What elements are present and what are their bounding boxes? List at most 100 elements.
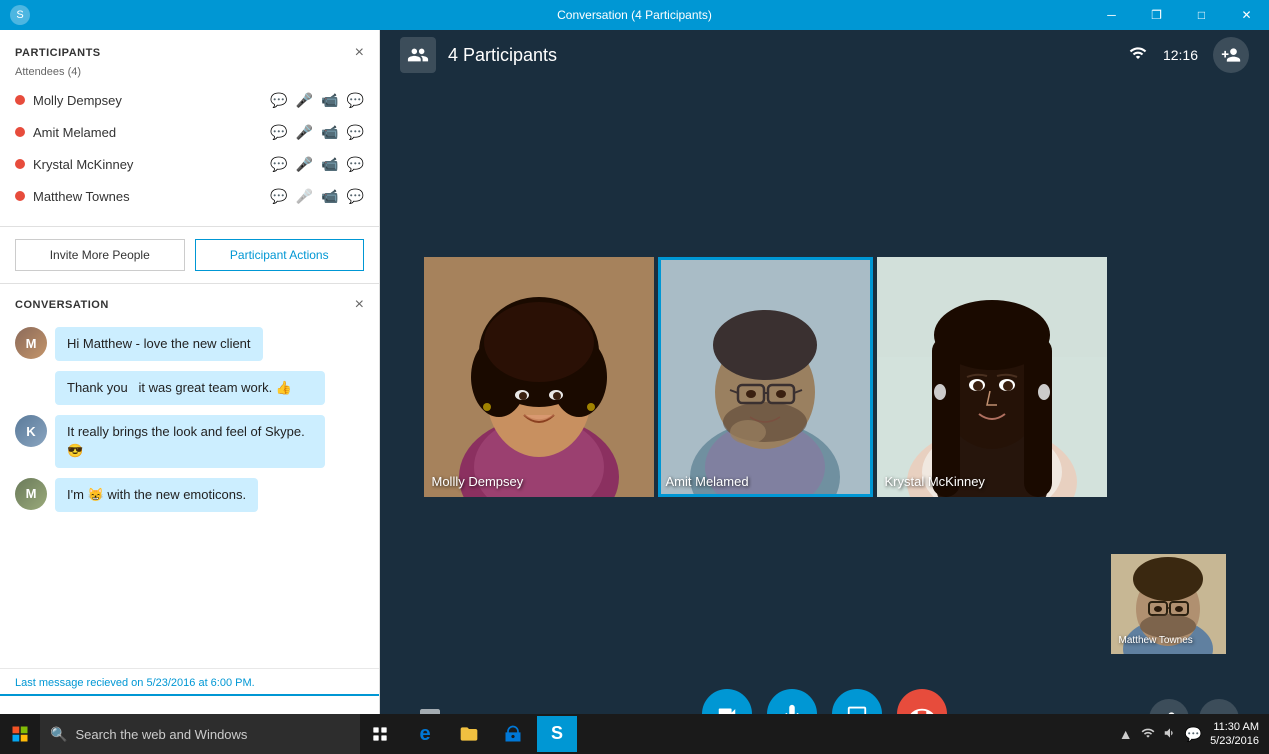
- taskbar-app-store[interactable]: [493, 714, 533, 754]
- video-icon[interactable]: 📹: [321, 92, 338, 109]
- participant-status-dot: [15, 191, 25, 201]
- notifications-icon[interactable]: ▲: [1119, 726, 1133, 742]
- participant-row: Matthew Townes 💬 🎤 📹 💬: [15, 184, 364, 208]
- video-tile-amit: Amit Melamed: [658, 257, 873, 497]
- message-text: Hi Matthew - love the new client: [67, 336, 251, 351]
- participant-actions-button[interactable]: Participant Actions: [195, 239, 365, 271]
- clock-date: 5/23/2016: [1210, 734, 1259, 748]
- window-restore-btn[interactable]: ❐: [1134, 0, 1179, 30]
- volume-icon[interactable]: [1163, 726, 1177, 743]
- participant-actions: 💬 🎤 📹 💬: [270, 156, 364, 173]
- more-icon[interactable]: 💬: [347, 156, 364, 173]
- conversation-close-btn[interactable]: ×: [355, 296, 364, 314]
- participants-count-label: 4 Participants: [448, 45, 557, 66]
- video-name-molly: Mollly Dempsey: [432, 474, 524, 489]
- conversation-title: CONVERSATION: [15, 299, 109, 311]
- window-title: Conversation (4 Participants): [557, 8, 712, 22]
- participants-close-btn[interactable]: ×: [355, 45, 364, 61]
- participants-section: PARTICIPANTS × Attendees (4) Molly Demps…: [0, 30, 379, 227]
- participant-status-dot: [15, 95, 25, 105]
- messaging-icon[interactable]: 💬: [1185, 726, 1202, 743]
- message-bubble: I'm 😸 with the new emoticons.: [55, 478, 258, 512]
- right-panel: 4 Participants 12:16: [380, 30, 1269, 754]
- action-buttons: Invite More People Participant Actions: [0, 227, 379, 284]
- add-participant-button[interactable]: [1213, 37, 1249, 73]
- video-feed-molly: [424, 257, 654, 497]
- window-maximize-btn[interactable]: □: [1179, 0, 1224, 30]
- time-display: 12:16: [1163, 47, 1198, 63]
- window-close-btn[interactable]: ✕: [1224, 0, 1269, 30]
- participant-name: Molly Dempsey: [33, 93, 270, 108]
- video-tile-matthew: Matthew Townes: [1111, 554, 1226, 654]
- more-icon[interactable]: 💬: [347, 124, 364, 141]
- invite-more-people-button[interactable]: Invite More People: [15, 239, 185, 271]
- message-text: It really brings the look and feel of Sk…: [67, 424, 305, 457]
- participant-status-dot: [15, 159, 25, 169]
- system-clock: 11:30 AM 5/23/2016: [1210, 720, 1259, 749]
- participant-actions: 💬 🎤 📹 💬: [270, 92, 364, 109]
- message-row: M I'm 😸 with the new emoticons.: [15, 478, 364, 512]
- video-name-amit: Amit Melamed: [666, 474, 749, 489]
- search-icon: 🔍: [50, 726, 67, 743]
- video-icon[interactable]: 📹: [321, 188, 338, 205]
- start-button[interactable]: [0, 714, 40, 754]
- topbar-right-controls: 12:16: [1128, 37, 1249, 73]
- more-icon[interactable]: 💬: [347, 92, 364, 109]
- avatar: K: [15, 415, 47, 447]
- video-feed-krystal: [877, 257, 1107, 497]
- attendees-count: Attendees (4): [15, 66, 364, 78]
- chat-icon[interactable]: 💬: [270, 188, 287, 205]
- participant-actions: 💬 🎤 📹 💬: [270, 124, 364, 141]
- video-feed-amit: [658, 257, 873, 497]
- messages-list: M Hi Matthew - love the new client Thank…: [0, 322, 379, 663]
- video-tile-krystal: Krystal McKinney: [877, 257, 1107, 497]
- mic-icon[interactable]: 🎤: [296, 92, 313, 109]
- avatar: M: [15, 478, 47, 510]
- search-bar[interactable]: 🔍 Search the web and Windows: [40, 714, 360, 754]
- video-tile-molly: Mollly Dempsey: [424, 257, 654, 497]
- message-text: Thank you it was great team work. 👍: [67, 380, 292, 395]
- participant-status-dot: [15, 127, 25, 137]
- network-icon[interactable]: [1141, 726, 1155, 743]
- message-bubble: Thank you it was great team work. 👍: [55, 371, 325, 405]
- main-layout: PARTICIPANTS × Attendees (4) Molly Demps…: [0, 30, 1269, 754]
- mic-icon-muted[interactable]: 🎤: [296, 188, 313, 205]
- video-grid: Mollly Dempsey: [380, 80, 1269, 674]
- participant-row: Molly Dempsey 💬 🎤 📹 💬: [15, 88, 364, 112]
- conversation-header: CONVERSATION ×: [0, 284, 379, 322]
- chat-icon[interactable]: 💬: [270, 92, 287, 109]
- participant-name: Krystal McKinney: [33, 157, 270, 172]
- signal-icon: [1128, 44, 1148, 67]
- video-icon[interactable]: 📹: [321, 124, 338, 141]
- video-icon[interactable]: 📹: [321, 156, 338, 173]
- message-bubble: It really brings the look and feel of Sk…: [55, 415, 325, 467]
- message-row: Thank you it was great team work. 👍: [55, 371, 364, 405]
- task-view-button[interactable]: [360, 714, 400, 754]
- window-controls: ─ ❐ □ ✕: [1089, 0, 1269, 30]
- participant-actions: 💬 🎤 📹 💬: [270, 188, 364, 205]
- taskbar-app-edge[interactable]: e: [405, 714, 445, 754]
- mic-icon[interactable]: 🎤: [296, 124, 313, 141]
- message-row: M Hi Matthew - love the new client: [15, 327, 364, 361]
- mic-icon[interactable]: 🎤: [296, 156, 313, 173]
- participant-name: Matthew Townes: [33, 189, 270, 204]
- video-name-matthew: Matthew Townes: [1119, 635, 1193, 646]
- participant-name: Amit Melamed: [33, 125, 270, 140]
- conversation-section: CONVERSATION × M Hi Matthew - love the n…: [0, 284, 379, 694]
- taskbar-right: ▲ 💬 11:30 AM 5/23/2016: [1119, 720, 1269, 749]
- taskbar-app-explorer[interactable]: [449, 714, 489, 754]
- taskbar-app-skype[interactable]: S: [537, 716, 577, 752]
- chat-icon[interactable]: 💬: [270, 124, 287, 141]
- video-name-krystal: Krystal McKinney: [885, 474, 985, 489]
- clock-time: 11:30 AM: [1210, 720, 1259, 734]
- message-bubble: Hi Matthew - love the new client: [55, 327, 263, 361]
- window-minimize-btn[interactable]: ─: [1089, 0, 1134, 30]
- more-icon[interactable]: 💬: [347, 188, 364, 205]
- message-row: K It really brings the look and feel of …: [15, 415, 364, 467]
- chat-icon[interactable]: 💬: [270, 156, 287, 173]
- participants-group-icon: [400, 37, 436, 73]
- participant-row: Amit Melamed 💬 🎤 📹 💬: [15, 120, 364, 144]
- participant-row: Krystal McKinney 💬 🎤 📹 💬: [15, 152, 364, 176]
- video-topbar: 4 Participants 12:16: [380, 30, 1269, 80]
- participants-title: PARTICIPANTS: [15, 47, 101, 59]
